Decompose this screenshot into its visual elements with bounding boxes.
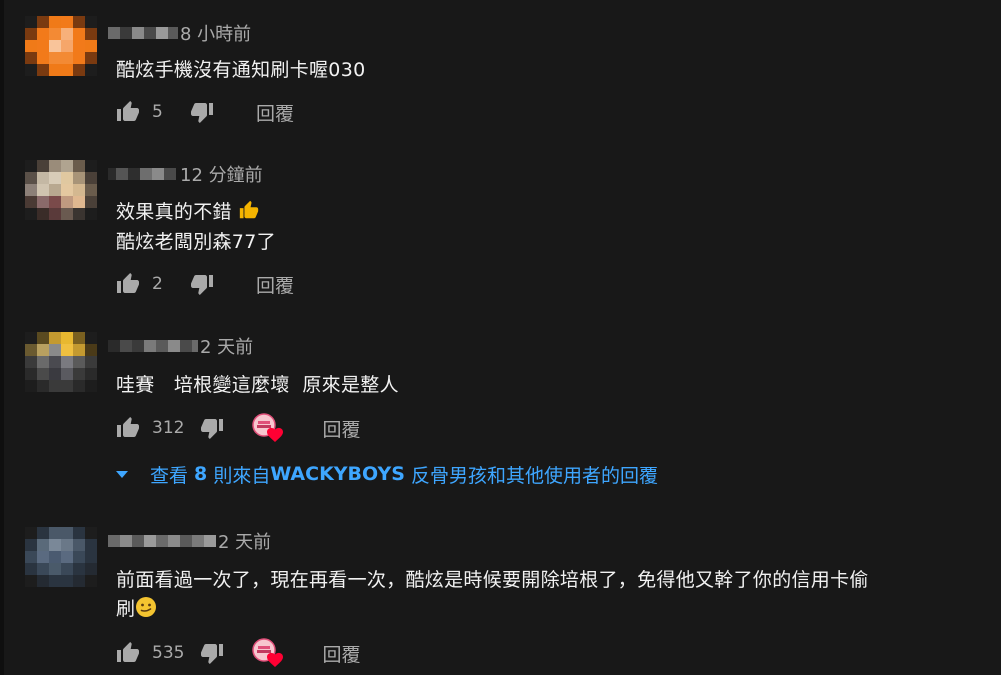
avatar[interactable] bbox=[25, 332, 97, 392]
avatar[interactable] bbox=[25, 16, 97, 76]
replies-suffix: 反骨男孩和其他使用者的回覆 bbox=[404, 464, 659, 487]
view-replies-link[interactable]: 查看 8 則來自 WACKYBOYS 反骨男孩和其他使用者的回覆 bbox=[114, 460, 658, 488]
comment-timestamp[interactable]: 8 小時前 bbox=[180, 20, 251, 46]
comment-actions: 535 回覆 bbox=[116, 638, 360, 668]
comment-timestamp[interactable]: 2 天前 bbox=[200, 333, 253, 359]
like-count: 5 bbox=[152, 102, 163, 122]
comment-timestamp[interactable]: 2 天前 bbox=[218, 528, 271, 554]
like-icon[interactable] bbox=[116, 272, 140, 296]
comment-actions: 5 回覆 bbox=[116, 98, 294, 126]
like-icon[interactable] bbox=[116, 416, 140, 440]
replies-prefix: 查看 bbox=[150, 464, 195, 487]
caret-down-icon bbox=[116, 470, 128, 478]
author-name-blurred[interactable] bbox=[108, 530, 216, 552]
smirk-emoji-icon bbox=[135, 596, 157, 623]
comment-text-line: 前面看過一次了，現在再看一次，酷炫是時候要開除培根了，免得他又幹了你的信用卡偷 bbox=[116, 569, 869, 591]
like-count: 312 bbox=[152, 418, 185, 438]
dislike-icon[interactable] bbox=[190, 272, 214, 296]
comment-text-line: 效果真的不錯 bbox=[116, 201, 232, 223]
like-count: 2 bbox=[152, 274, 163, 294]
comment-header: 2 天前 bbox=[108, 529, 271, 553]
avatar[interactable] bbox=[25, 160, 97, 220]
comment-text-line: 酷炫老闆別森77了 bbox=[116, 231, 276, 253]
comment-header: 2 天前 bbox=[108, 334, 253, 358]
author-name-blurred[interactable] bbox=[108, 163, 176, 185]
author-name-blurred[interactable] bbox=[108, 335, 198, 357]
comment-text: 效果真的不錯 bbox=[116, 197, 260, 226]
like-icon[interactable] bbox=[116, 100, 140, 124]
comment-actions: 2 回覆 bbox=[116, 270, 294, 298]
like-count: 535 bbox=[152, 643, 185, 663]
dislike-icon[interactable] bbox=[200, 641, 224, 665]
dislike-icon[interactable] bbox=[190, 100, 214, 124]
creator-heart-icon[interactable] bbox=[252, 638, 284, 668]
comment-header: 8 小時前 bbox=[108, 21, 251, 45]
thumbs-up-emoji-icon bbox=[238, 199, 260, 226]
dislike-icon[interactable] bbox=[200, 416, 224, 440]
reply-button[interactable]: 回覆 bbox=[256, 271, 294, 298]
avatar[interactable] bbox=[25, 527, 97, 587]
comment-text: 刷 bbox=[116, 594, 157, 623]
author-name-blurred[interactable] bbox=[108, 22, 178, 44]
reply-button[interactable]: 回覆 bbox=[322, 415, 360, 442]
comment-timestamp[interactable]: 12 分鐘前 bbox=[180, 161, 263, 187]
replies-mid: 則來自 bbox=[207, 464, 271, 487]
comment-actions: 312 回覆 bbox=[116, 413, 360, 443]
creator-heart-icon[interactable] bbox=[252, 413, 284, 443]
reply-button[interactable]: 回覆 bbox=[256, 99, 294, 126]
reply-button[interactable]: 回覆 bbox=[322, 640, 360, 667]
replies-count: 8 bbox=[194, 463, 208, 485]
comment-text: 哇賽 培根變這麼壞 原來是整人 bbox=[116, 374, 399, 396]
left-edge bbox=[0, 0, 4, 675]
comment-text: 酷炫手機沒有通知刷卡喔030 bbox=[116, 59, 366, 81]
comment-header: 12 分鐘前 bbox=[108, 162, 263, 186]
comment-text-line: 刷 bbox=[116, 598, 136, 620]
like-icon[interactable] bbox=[116, 641, 140, 665]
replies-channel: WACKYBOYS bbox=[270, 463, 405, 485]
